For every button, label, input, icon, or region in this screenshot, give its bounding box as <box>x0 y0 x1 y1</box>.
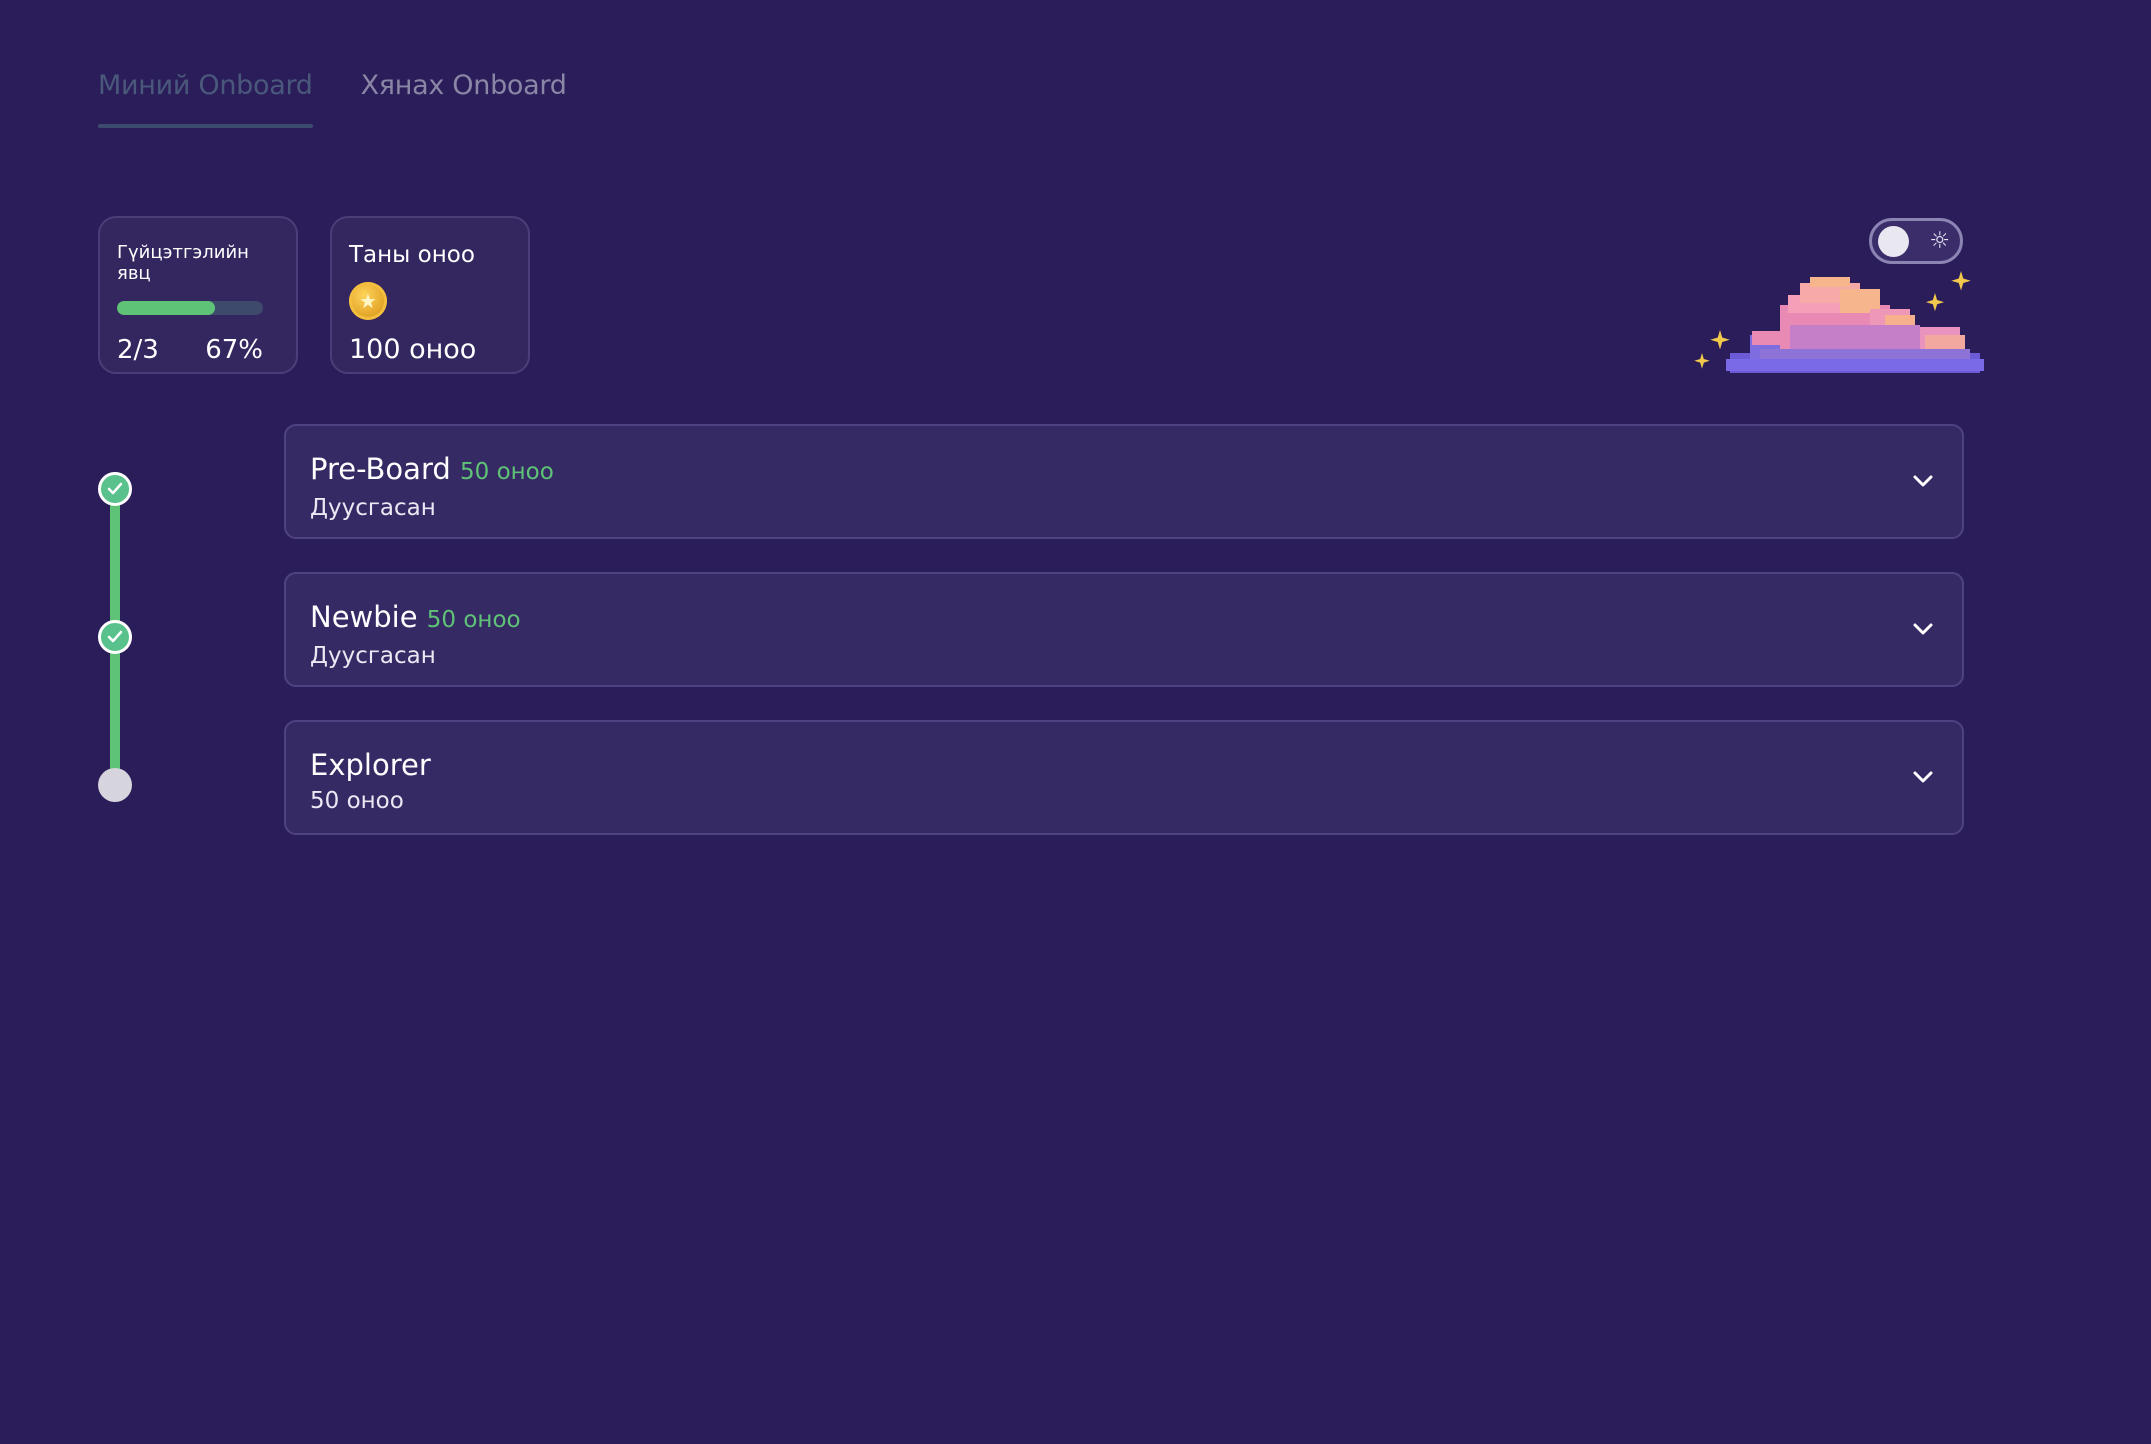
pending-node <box>98 768 132 802</box>
check-icon <box>98 620 132 654</box>
stage-name: Pre-Board <box>310 452 451 486</box>
stage-pre-board[interactable]: Pre-Board 50 оноо Дуусгасан <box>284 424 1964 539</box>
stage-explorer[interactable]: Explorer 50 оноо <box>284 720 1964 835</box>
progress-values: 2/3 67% <box>117 335 263 365</box>
tab-monitor-onboard[interactable]: Хянах Onboard <box>361 70 567 128</box>
chevron-down-icon[interactable] <box>1908 762 1938 792</box>
chevron-down-icon[interactable] <box>1908 466 1938 496</box>
stage-timeline <box>98 472 132 802</box>
stage-points: 50 оноо <box>426 607 521 633</box>
tab-my-onboard[interactable]: Миний Onboard <box>98 70 313 128</box>
coin-icon: ★ <box>349 282 387 320</box>
progress-card-title: Гүйцэтгэлийн явц <box>117 242 249 284</box>
stage-points-subtitle: 50 оноо <box>310 788 404 814</box>
sun-icon: ☼ <box>1929 228 1950 254</box>
toggle-knob <box>1878 226 1909 257</box>
stage-newbie[interactable]: Newbie 50 оноо Дуусгасан <box>284 572 1964 687</box>
theme-toggle[interactable]: ☼ <box>1869 218 1963 264</box>
stage-status: Дуусгасан <box>310 643 436 669</box>
stage-title: Newbie 50 оноо <box>310 598 1938 639</box>
check-icon <box>98 472 132 506</box>
stage-title: Pre-Board 50 оноо <box>310 450 1938 491</box>
points-card-title: Таны оноо <box>349 242 475 268</box>
cloud-illustration <box>1694 271 1984 373</box>
progress-count: 2/3 <box>117 335 159 365</box>
progress-percent: 67% <box>205 335 263 365</box>
points-card: Таны оноо ★ 100 оноо <box>330 216 530 374</box>
progress-bar <box>117 301 263 315</box>
points-value: 100 оноо <box>349 334 477 365</box>
chevron-down-icon[interactable] <box>1908 614 1938 644</box>
stage-points: 50 оноо <box>460 459 554 485</box>
onboard-tabs: Миний Onboard Хянах Onboard <box>98 70 567 128</box>
stage-name: Explorer <box>310 748 431 782</box>
stage-status: Дуусгасан <box>310 495 436 521</box>
progress-card: Гүйцэтгэлийн явц 2/3 67% <box>98 216 298 374</box>
stage-name: Newbie <box>310 600 418 634</box>
stage-title: Explorer <box>310 746 1938 784</box>
progress-bar-fill <box>117 301 215 315</box>
